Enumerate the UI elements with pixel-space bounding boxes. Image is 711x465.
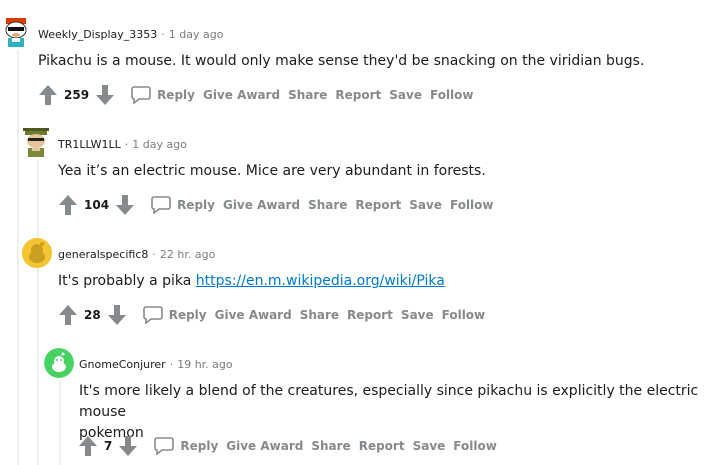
comment-meta: GnomeConjurer · 19 hr. ago [79, 358, 233, 372]
timestamp[interactable]: 1 day ago [132, 138, 187, 151]
upvote-icon[interactable] [36, 83, 60, 107]
report-button[interactable]: Report [355, 198, 401, 212]
comment-body: It's probably a pika https://en.m.wikipe… [58, 271, 445, 292]
upvote-icon[interactable] [76, 434, 100, 458]
separator: · [169, 358, 174, 371]
share-button[interactable]: Share [288, 88, 327, 102]
downvote-icon[interactable] [116, 434, 140, 458]
timestamp[interactable]: 1 day ago [169, 28, 224, 41]
reply-button[interactable]: Reply [154, 437, 218, 455]
reply-button[interactable]: Reply [131, 86, 195, 104]
follow-button[interactable]: Follow [453, 439, 497, 453]
separator: · [124, 138, 129, 151]
follow-button[interactable]: Follow [450, 198, 494, 212]
give-award-button[interactable]: Give Award [226, 439, 303, 453]
thread-line[interactable] [59, 380, 61, 465]
upvote-icon[interactable] [56, 193, 80, 217]
save-button[interactable]: Save [401, 308, 434, 322]
vote-score: 7 [104, 439, 113, 453]
downvote-icon[interactable] [113, 193, 137, 217]
comment-text: It's probably a pika [58, 273, 196, 289]
give-award-button[interactable]: Give Award [223, 198, 300, 212]
separator: · [152, 248, 156, 261]
avatar[interactable] [2, 16, 30, 48]
avatar[interactable] [44, 348, 74, 378]
reply-label: Reply [157, 88, 195, 102]
reply-bubble-icon [131, 86, 151, 104]
reply-label: Reply [180, 439, 219, 453]
reply-bubble-icon [151, 196, 171, 214]
timestamp[interactable]: 19 hr. ago [177, 358, 232, 371]
reply-bubble-icon [142, 306, 163, 324]
comment-meta: Weekly_Display_3353 · 1 day ago [38, 28, 223, 42]
author-link[interactable]: Weekly_Display_3353 [38, 28, 157, 41]
reply-label: Reply [168, 308, 207, 322]
share-button[interactable]: Share [311, 439, 350, 453]
reply-button[interactable]: Reply [151, 196, 215, 214]
avatar[interactable] [22, 238, 52, 268]
give-award-button[interactable]: Give Award [215, 308, 292, 322]
vote-controls: 104 [56, 193, 137, 217]
author-link[interactable]: TR1LLW1LL [58, 138, 121, 151]
thread-line[interactable] [17, 50, 19, 465]
save-button[interactable]: Save [409, 198, 442, 212]
avatar[interactable] [22, 126, 50, 158]
downvote-icon[interactable] [105, 303, 129, 327]
comment-actions: 7 Reply Give Award Share Report Save Fol… [76, 434, 497, 458]
share-button[interactable]: Share [308, 198, 347, 212]
comment-meta: generalspecific8 · 22 hr. ago [58, 248, 215, 262]
follow-button[interactable]: Follow [430, 88, 474, 102]
vote-controls: 7 [76, 434, 140, 458]
report-button[interactable]: Report [335, 88, 381, 102]
vote-controls: 28 [56, 303, 129, 327]
thread-line[interactable] [37, 270, 39, 465]
reply-button[interactable]: Reply [142, 306, 207, 324]
follow-button[interactable]: Follow [442, 308, 486, 322]
comment-body: Pikachu is a mouse. It would only make s… [38, 53, 645, 69]
comment-actions: 28 Reply Give Award Share Report Save Fo… [56, 303, 485, 327]
comment-text-line: It's more likely a blend of the creature… [79, 383, 699, 420]
share-button[interactable]: Share [300, 308, 339, 322]
upvote-icon[interactable] [56, 303, 80, 327]
comment-actions: 259 Reply Give Award Share Report Save F… [36, 83, 474, 107]
save-button[interactable]: Save [389, 88, 422, 102]
reply-label: Reply [177, 198, 215, 212]
author-link[interactable]: generalspecific8 [58, 248, 148, 261]
reply-bubble-icon [154, 437, 175, 455]
wikipedia-link[interactable]: https://en.m.wikipedia.org/wiki/Pika [196, 273, 445, 289]
separator: · [161, 28, 165, 41]
report-button[interactable]: Report [347, 308, 393, 322]
comment-actions: 104 Reply Give Award Share Report Save F… [56, 193, 494, 217]
vote-score: 259 [64, 88, 90, 102]
comment-body: Yea it’s an electric mouse. Mice are ver… [58, 163, 486, 179]
downvote-icon[interactable] [93, 83, 117, 107]
vote-score: 28 [84, 308, 101, 322]
report-button[interactable]: Report [359, 439, 405, 453]
timestamp[interactable]: 22 hr. ago [160, 248, 215, 261]
give-award-button[interactable]: Give Award [203, 88, 280, 102]
vote-score: 104 [84, 198, 110, 212]
vote-controls: 259 [36, 83, 117, 107]
save-button[interactable]: Save [413, 439, 446, 453]
author-link[interactable]: GnomeConjurer [79, 358, 166, 371]
comment-meta: TR1LLW1LL · 1 day ago [58, 138, 187, 152]
